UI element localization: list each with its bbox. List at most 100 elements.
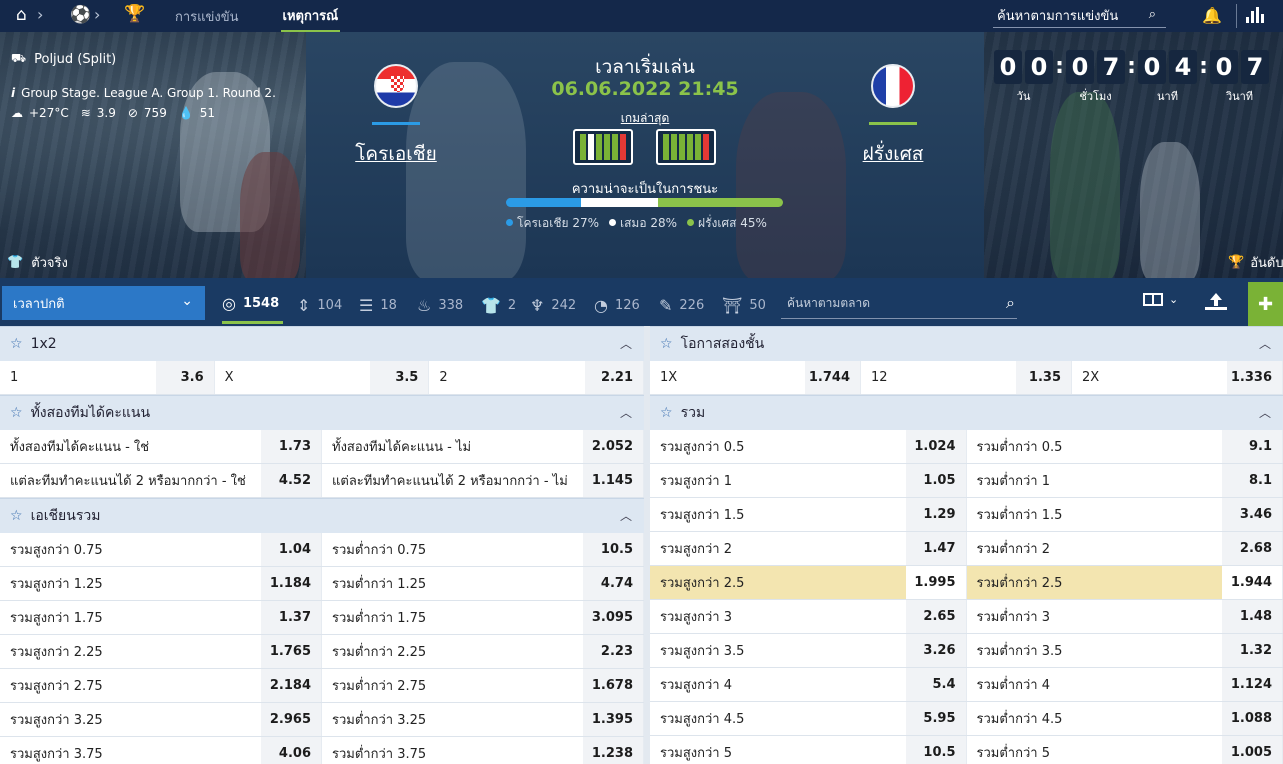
odds-value[interactable]: 1.35 [1016,361,1071,394]
nav-tab-0[interactable]: การแข่งขัน [173,0,241,32]
odds-outcome[interactable]: รวมต่ำกว่า 5 1.005 [967,736,1283,764]
odds-value[interactable]: 10.5 [905,736,966,764]
odds-outcome[interactable]: X 3.5 [215,361,430,394]
lineups-button[interactable]: 👕 ตัวจริง [7,252,68,273]
competition-search[interactable]: ค้นหาตามการแข่งขัน ⌕ [993,4,1166,28]
odds-outcome[interactable]: รวมสูงกว่า 2.75 2.184 [0,669,322,702]
odds-value[interactable]: 2.184 [261,669,321,702]
odds-outcome[interactable]: รวมสูงกว่า 0.5 1.024 [650,430,967,463]
odds-value[interactable]: 1.184 [261,567,321,600]
market-filter-tab[interactable]: ◎ 1548 [222,286,284,324]
odds-value[interactable]: 1.47 [905,532,966,565]
odds-outcome[interactable]: รวมต่ำกว่า 3.25 1.395 [322,703,644,736]
odds-outcome[interactable]: รวมสูงกว่า 1.5 1.29 [650,498,967,531]
odds-outcome[interactable]: รวมต่ำกว่า 4 1.124 [967,668,1283,701]
odds-value[interactable]: 1.29 [905,498,966,531]
odds-value[interactable]: 3.6 [155,361,214,394]
statistics-icon[interactable] [1246,5,1264,23]
odds-value[interactable]: 2.68 [1222,532,1282,565]
odds-value[interactable]: 2.21 [585,361,644,394]
odds-outcome[interactable]: แต่ละทีมทำคะแนนได้ 2 หรือมากกว่า - ใช่ 4.… [0,464,322,497]
star-icon[interactable]: ☆ [660,336,673,352]
odds-outcome[interactable]: รวมต่ำกว่า 0.75 10.5 [322,533,644,566]
odds-outcome[interactable]: รวมต่ำกว่า 2.75 1.678 [322,669,644,702]
odds-value[interactable]: 4.74 [583,567,643,600]
recent-games-link[interactable]: เกมล่าสุด [306,109,984,128]
odds-value[interactable]: 1.32 [1222,634,1282,667]
odds-value[interactable]: 1.48 [1222,600,1282,633]
odds-value[interactable]: 1.124 [1222,668,1282,701]
odds-value[interactable]: 1.05 [905,464,966,497]
odds-outcome[interactable]: 12 1.35 [861,361,1072,394]
odds-outcome[interactable]: รวมต่ำกว่า 1.5 3.46 [967,498,1283,531]
trophy-icon[interactable]: 🏆 [124,6,145,23]
ranking-button[interactable]: 🏆 อันดับ [1228,252,1283,273]
odds-value[interactable]: 1.73 [261,430,321,463]
odds-value[interactable]: 10.5 [583,533,643,566]
odds-outcome[interactable]: รวมต่ำกว่า 2.25 2.23 [322,635,644,668]
market-filter-tab[interactable]: ⇕ 104 [297,286,342,324]
odds-value[interactable]: 1.238 [583,737,643,764]
chevron-up-icon[interactable]: ︿ [620,335,632,352]
odds-value[interactable]: 3.5 [370,361,429,394]
odds-outcome[interactable]: แต่ละทีมทำคะแนนได้ 2 หรือมากกว่า - ไม่ 1.… [322,464,644,497]
chevron-up-icon[interactable]: ︿ [1259,404,1271,421]
odds-outcome[interactable]: รวมต่ำกว่า 2 2.68 [967,532,1283,565]
odds-outcome[interactable]: รวมต่ำกว่า 3 1.48 [967,600,1283,633]
odds-value[interactable]: 1.995 [905,566,966,599]
star-icon[interactable]: ☆ [10,336,23,352]
odds-outcome[interactable]: รวมสูงกว่า 2.25 1.765 [0,635,322,668]
odds-value[interactable]: 8.1 [1222,464,1282,497]
market-filter-tab[interactable]: ☰ 18 [359,286,397,324]
odds-value[interactable]: 1.145 [583,464,643,497]
odds-outcome[interactable]: ทั้งสองทีมได้คะแนน - ใช่ 1.73 [0,430,322,463]
period-select[interactable]: เวลาปกติ ⌄ [2,286,205,320]
odds-value[interactable]: 2.23 [583,635,643,668]
star-icon[interactable]: ☆ [10,508,23,524]
odds-value[interactable]: 1.024 [905,430,966,463]
odds-outcome[interactable]: 1X 1.744 [650,361,861,394]
odds-value[interactable]: 3.095 [583,601,643,634]
odds-value[interactable]: 1.678 [583,669,643,702]
market-header[interactable]: ☆ เอเชียนรวม ︿ [0,498,644,533]
odds-outcome[interactable]: รวมต่ำกว่า 4.5 1.088 [967,702,1283,735]
collapse-all-button[interactable] [1205,292,1227,310]
odds-value[interactable]: 9.1 [1222,430,1282,463]
odds-value[interactable]: 1.04 [261,533,321,566]
market-filter-tab[interactable]: ◔ 126 [594,286,640,324]
chevron-up-icon[interactable]: ︿ [620,507,632,524]
odds-value[interactable]: 5.4 [905,668,966,701]
market-filter-tab[interactable]: ⛩ 50 [722,286,766,324]
odds-value[interactable]: 5.95 [905,702,966,735]
odds-outcome[interactable]: รวมต่ำกว่า 0.5 9.1 [967,430,1283,463]
odds-outcome[interactable]: รวมสูงกว่า 0.75 1.04 [0,533,322,566]
odds-outcome[interactable]: 2 2.21 [429,361,645,394]
market-header[interactable]: ☆ 1x2 ︿ [0,326,644,361]
market-search-input[interactable]: ค้นหาตามตลาด ⌕ [781,289,1017,319]
odds-value[interactable]: 1.005 [1222,736,1282,764]
home-form-widget[interactable] [573,129,633,165]
odds-outcome[interactable]: รวมสูงกว่า 1.75 1.37 [0,601,322,634]
football-icon[interactable]: ⚽ [70,7,91,24]
odds-value[interactable]: 1.37 [261,601,321,634]
odds-outcome[interactable]: รวมสูงกว่า 3 2.65 [650,600,967,633]
odds-outcome[interactable]: รวมสูงกว่า 4.5 5.95 [650,702,967,735]
odds-value[interactable]: 4.06 [261,737,321,764]
search-icon[interactable]: ⌕ [1006,293,1015,313]
odds-outcome[interactable]: รวมสูงกว่า 1.25 1.184 [0,567,322,600]
odds-value[interactable]: 1.395 [583,703,643,736]
odds-outcome[interactable]: รวมต่ำกว่า 3.5 1.32 [967,634,1283,667]
bell-icon[interactable]: 🔔 [1202,6,1222,25]
odds-outcome[interactable]: รวมสูงกว่า 2 1.47 [650,532,967,565]
home-team-name[interactable]: โครเอเชีย [326,139,466,169]
odds-outcome[interactable]: รวมต่ำกว่า 1.25 4.74 [322,567,644,600]
odds-outcome[interactable]: รวมต่ำกว่า 3.75 1.238 [322,737,644,764]
odds-outcome[interactable]: รวมสูงกว่า 3.75 4.06 [0,737,322,764]
market-header[interactable]: ☆ รวม ︿ [650,395,1283,430]
chevron-up-icon[interactable]: ︿ [620,404,632,421]
star-icon[interactable]: ☆ [10,405,23,421]
odds-value[interactable]: 4.52 [261,464,321,497]
pin-button[interactable]: ✚ [1248,282,1283,326]
odds-value[interactable]: 1.336 [1227,361,1282,394]
home-icon[interactable]: ⌂ [16,7,27,24]
